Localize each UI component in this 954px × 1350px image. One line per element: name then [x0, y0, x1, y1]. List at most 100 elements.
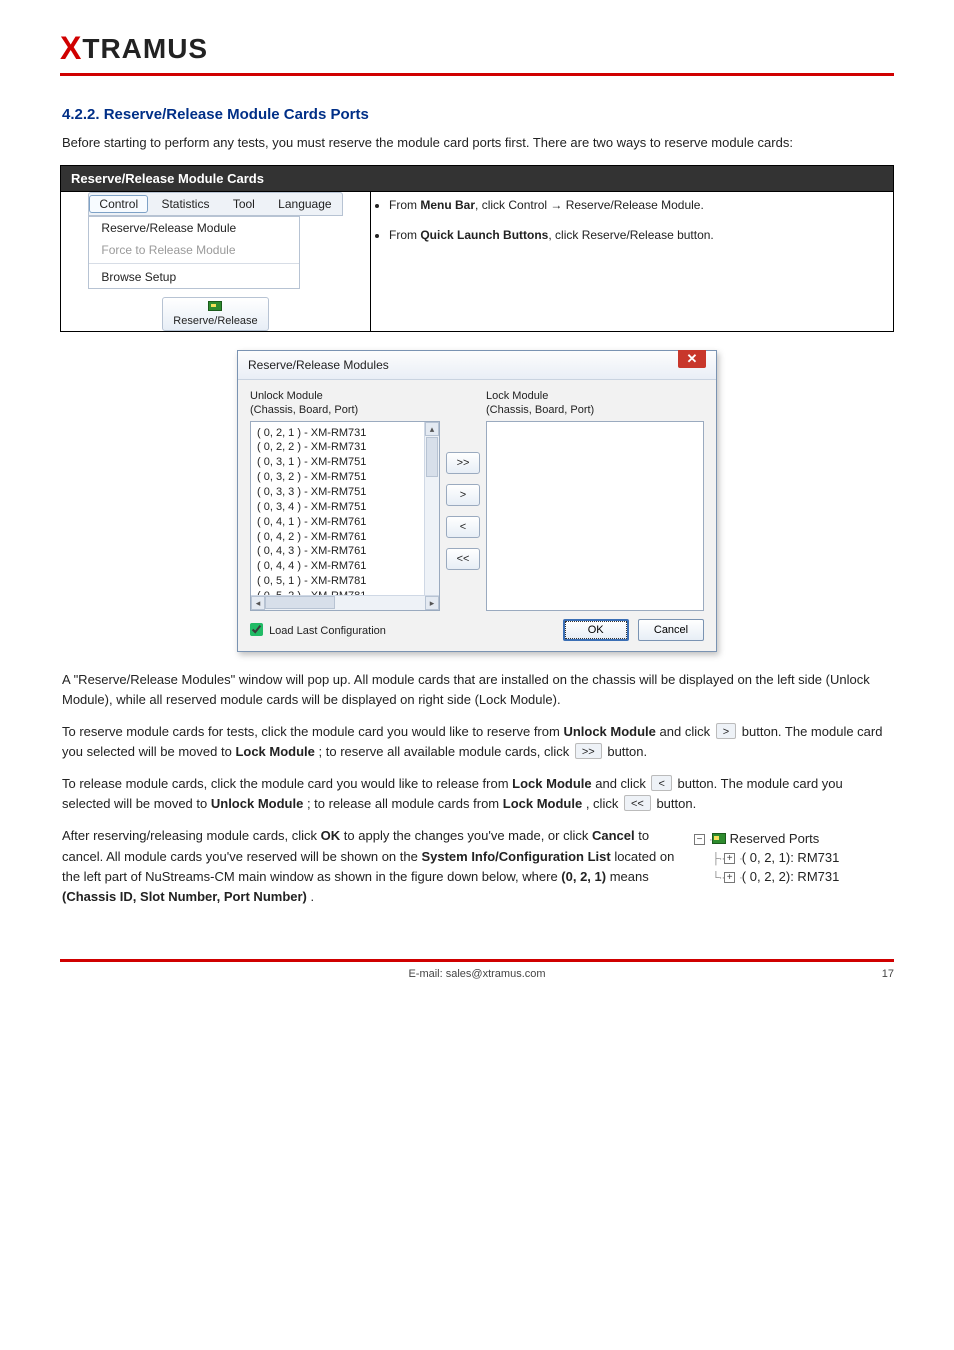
tree-child-1-label: ( 0, 2, 1): RM731: [742, 850, 840, 865]
move-all-right-button[interactable]: >>: [446, 452, 480, 474]
feature-table-header: Reserve/Release Module Cards: [61, 166, 894, 192]
feature-table-image-cell: Control Statistics Tool Language Reserve…: [61, 192, 371, 332]
load-last-config-input[interactable]: [250, 623, 263, 636]
p3-f: ; to release all module cards from: [307, 796, 503, 811]
lock-column: Lock Module (Chassis, Board, Port): [486, 390, 704, 611]
load-last-config-checkbox[interactable]: Load Last Configuration: [250, 623, 386, 637]
load-last-config-label: Load Last Configuration: [269, 625, 386, 637]
dialog-close-button[interactable]: ✕: [678, 350, 706, 368]
page-footer: E-mail: sales@xtramus.com 17: [60, 968, 894, 980]
list-item[interactable]: ( 0, 4, 3 ) - XM-RM761: [257, 544, 437, 559]
p2-f: ; to reserve all available module cards,…: [319, 744, 573, 759]
reserve-release-toolbar-button[interactable]: Reserve/Release: [162, 297, 268, 331]
logo-x: X: [60, 30, 82, 66]
p3-b: Lock Module: [512, 776, 591, 791]
bullet-1-prefix: From: [389, 198, 420, 212]
bullet-2-bold: Quick Launch Buttons: [420, 228, 548, 242]
reserve-release-icon: [208, 301, 222, 311]
list-item[interactable]: ( 0, 3, 2 ) - XM-RM751: [257, 470, 437, 485]
p4-a: After reserving/releasing module cards, …: [62, 828, 321, 843]
tree-root-row[interactable]: −·Reserved Ports: [694, 830, 894, 849]
list-item[interactable]: ( 0, 5, 1 ) - XM-RM781: [257, 574, 437, 589]
horizontal-scrollbar[interactable]: ◂ ▸: [251, 595, 439, 610]
p4-j: (Chassis ID, Slot Number, Port Number): [62, 889, 307, 904]
move-right-button[interactable]: >: [446, 484, 480, 506]
paragraph-2: To reserve module cards for tests, click…: [62, 722, 892, 762]
reserve-release-toolbar-label: Reserve/Release: [173, 315, 257, 327]
bullet-1-rest: , click Control → Reserve/Release Module…: [475, 198, 704, 212]
bullet-1-bold: Menu Bar: [420, 198, 475, 212]
p4-k: .: [311, 889, 315, 904]
tree-child-2[interactable]: └··+·( 0, 2, 2): RM731: [712, 868, 894, 887]
p2-g: button.: [607, 744, 647, 759]
menu-separator: [89, 263, 299, 264]
p3-h: , click: [586, 796, 622, 811]
menu-item-reserve-release[interactable]: Reserve/Release Module: [89, 217, 299, 239]
bullet-1: From Menu Bar, click Control → Reserve/R…: [389, 196, 893, 214]
bullet-2-prefix: From: [389, 228, 420, 242]
tree-collapse-icon[interactable]: −: [694, 834, 705, 845]
p3-c: and click: [595, 776, 649, 791]
tree-expand-icon[interactable]: +: [724, 853, 735, 864]
list-item[interactable]: ( 0, 4, 4 ) - XM-RM761: [257, 559, 437, 574]
vertical-scrollbar[interactable]: ▴: [424, 422, 439, 596]
tree-root-label: Reserved Ports: [730, 831, 820, 846]
p4-h: (0, 2, 1): [561, 869, 606, 884]
p3-g: Lock Module: [503, 796, 582, 811]
list-item[interactable]: ( 0, 4, 1 ) - XM-RM761: [257, 515, 437, 530]
menu-control[interactable]: Control: [89, 195, 148, 213]
feature-table: Reserve/Release Module Cards Control Sta…: [60, 165, 894, 332]
list-item[interactable]: ( 0, 2, 1 ) - XM-RM731: [257, 426, 437, 441]
tree-child-1[interactable]: ├··+·( 0, 2, 1): RM731: [712, 849, 894, 868]
dialog-title-text: Reserve/Release Modules: [248, 358, 389, 372]
p4-b: OK: [321, 828, 341, 843]
reserved-ports-tree: −·Reserved Ports ├··+·( 0, 2, 1): RM731 …: [694, 830, 894, 887]
tree-line: ├··: [712, 853, 724, 865]
menubar: Control Statistics Tool Language: [88, 192, 342, 216]
menu-screenshot: Control Statistics Tool Language Reserve…: [88, 192, 342, 331]
menu-item-browse-setup[interactable]: Browse Setup: [89, 266, 299, 288]
bullet-2: From Quick Launch Buttons, click Reserve…: [389, 226, 893, 244]
scroll-up-icon[interactable]: ▴: [425, 422, 439, 436]
p4-c: to apply the changes you've made, or cli…: [344, 828, 592, 843]
scroll-thumb[interactable]: [426, 437, 438, 477]
list-item[interactable]: ( 0, 3, 4 ) - XM-RM751: [257, 500, 437, 515]
p4-f: System Info/Configuration List: [421, 849, 610, 864]
tree-line: └··: [712, 872, 724, 884]
cancel-button[interactable]: Cancel: [638, 619, 704, 641]
list-item[interactable]: ( 0, 3, 3 ) - XM-RM751: [257, 485, 437, 500]
header-divider: [60, 73, 894, 76]
bullet-2-rest: , click Reserve/Release button.: [548, 228, 713, 242]
section-heading: 4.2.2. Reserve/Release Module Cards Port…: [62, 106, 894, 123]
p2-a: To reserve module cards for tests, click…: [62, 724, 563, 739]
inline-chip-gtgt: >>: [575, 743, 602, 759]
ok-button[interactable]: OK: [563, 619, 629, 641]
p4-d: Cancel: [592, 828, 635, 843]
tree-expand-icon[interactable]: +: [724, 872, 735, 883]
inline-chip-ltlt: <<: [624, 795, 651, 811]
scroll-right-icon[interactable]: ▸: [425, 596, 439, 610]
scroll-thumb-h[interactable]: [265, 596, 335, 609]
inline-chip-lt: <: [651, 775, 671, 791]
lock-header: Lock Module (Chassis, Board, Port): [486, 390, 704, 418]
menu-statistics[interactable]: Statistics: [151, 195, 219, 213]
unlock-listbox[interactable]: ( 0, 2, 1 ) - XM-RM731( 0, 2, 2 ) - XM-R…: [250, 421, 440, 611]
move-all-left-button[interactable]: <<: [446, 548, 480, 570]
move-left-button[interactable]: <: [446, 516, 480, 538]
list-item[interactable]: ( 0, 2, 2 ) - XM-RM731: [257, 440, 437, 455]
menu-item-force-release: Force to Release Module: [89, 239, 299, 261]
scroll-left-icon[interactable]: ◂: [251, 596, 265, 610]
menu-language[interactable]: Language: [268, 195, 341, 213]
p2-e: Lock Module: [235, 744, 314, 759]
intro-paragraph: Before starting to perform any tests, yo…: [62, 133, 892, 153]
list-item[interactable]: ( 0, 3, 1 ) - XM-RM751: [257, 455, 437, 470]
control-dropdown: Reserve/Release Module Force to Release …: [88, 216, 300, 289]
footer-divider: [60, 959, 894, 962]
list-item[interactable]: ( 0, 4, 2 ) - XM-RM761: [257, 530, 437, 545]
logo-rest: TRAMUS: [82, 33, 208, 64]
menu-tool[interactable]: Tool: [223, 195, 265, 213]
lock-listbox[interactable]: [486, 421, 704, 611]
folder-icon: [712, 833, 726, 844]
paragraph-1: A "Reserve/Release Modules" window will …: [62, 670, 892, 710]
p3-a: To release module cards, click the modul…: [62, 776, 512, 791]
